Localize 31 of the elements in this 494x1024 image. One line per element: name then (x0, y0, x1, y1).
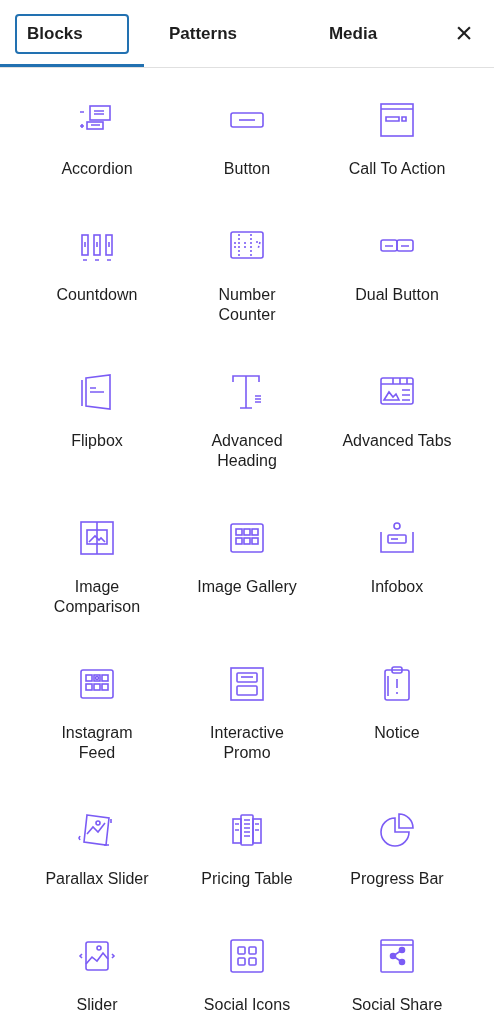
block-item[interactable]: Image Comparison (22, 518, 172, 664)
block-item[interactable]: Parallax Slider (22, 810, 172, 936)
block-item[interactable]: Interactive Promo (172, 664, 322, 810)
block-item[interactable]: Advanced Heading (172, 372, 322, 518)
block-item[interactable]: Pricing Table (172, 810, 322, 936)
close-button[interactable]: × (444, 13, 484, 53)
tab[interactable]: Media (262, 0, 444, 67)
block-item[interactable]: Dual Button (322, 226, 472, 372)
share-icon (377, 936, 417, 976)
block-item[interactable]: Infobox (322, 518, 472, 664)
block-item[interactable]: Slider (22, 936, 172, 1024)
block-item[interactable]: Advanced Tabs (322, 372, 472, 518)
tab[interactable]: Patterns (144, 0, 262, 67)
block-item[interactable]: Progress Bar (322, 810, 472, 936)
block-item[interactable]: Button (172, 100, 322, 226)
block-item[interactable]: Notice (322, 664, 472, 810)
block-item[interactable]: Instagram Feed (22, 664, 172, 810)
browser-window-icon (377, 100, 417, 140)
pie-chart-icon (377, 810, 417, 850)
image-compare-icon (77, 518, 117, 558)
block-item[interactable]: Number Counter (172, 226, 322, 372)
tab[interactable]: Blocks (0, 0, 144, 67)
block-item[interactable]: Social Icons (172, 936, 322, 1024)
block-item[interactable]: Image Gallery (172, 518, 322, 664)
block-item[interactable]: Countdown (22, 226, 172, 372)
layout-icon (227, 664, 267, 704)
block-item[interactable]: Accordion (22, 100, 172, 226)
block-item[interactable]: Flipbox (22, 372, 172, 518)
block-item[interactable]: Social Share (322, 936, 472, 1024)
four-squares-icon (227, 936, 267, 976)
block-item[interactable]: Call To Action (322, 100, 472, 226)
